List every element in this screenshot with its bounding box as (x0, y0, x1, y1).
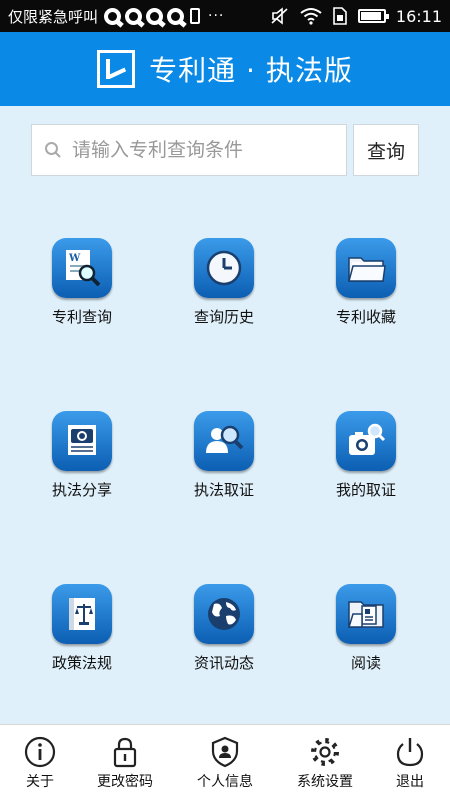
nav-label: 退出 (396, 774, 424, 790)
grid-label: 阅读 (350, 654, 381, 672)
grid-label: 资讯动态 (193, 654, 254, 672)
status-bar: 仅限紧急呼叫 ··· 16:11 (0, 0, 450, 32)
grid-label: 执法取证 (193, 481, 254, 499)
wifi-icon (300, 8, 322, 25)
grid-item-enforcement-evidence[interactable]: 执法取证 (164, 411, 284, 500)
app-header: 专利通 · 执法版 (0, 32, 450, 106)
sim-icon (333, 7, 347, 25)
nav-system-settings[interactable]: 系统设置 (285, 735, 365, 791)
nav-personal-info[interactable]: 个人信息 (185, 735, 265, 791)
grid-item-search-history[interactable]: 查询历史 (164, 238, 284, 327)
tile (194, 411, 254, 471)
grid-label: 我的取证 (335, 481, 396, 499)
tile (52, 584, 112, 644)
tile (194, 238, 254, 298)
svg-text:W: W (68, 253, 81, 264)
qq-notification-icon (104, 7, 122, 25)
info-icon (24, 736, 56, 768)
grid-label: 政策法规 (51, 654, 112, 672)
power-icon (396, 738, 424, 767)
battery-icon (357, 9, 389, 23)
grid-label: 专利收藏 (335, 308, 396, 326)
tile (194, 584, 254, 644)
lock-icon (113, 737, 137, 768)
grid-item-patent-search[interactable]: W 专利查询 (22, 238, 142, 327)
qq-notification-icon (167, 7, 185, 25)
nav-change-password[interactable]: 更改密码 (85, 735, 165, 791)
reading-folder-icon (347, 601, 384, 628)
app-logo (97, 50, 136, 88)
tile: W (52, 238, 112, 298)
folder-icon (348, 257, 386, 282)
tile (336, 584, 396, 644)
grid-label: 专利查询 (51, 308, 112, 326)
nav-label: 关于 (26, 774, 54, 790)
search-input[interactable] (72, 139, 322, 161)
mute-icon (271, 7, 288, 25)
clock-time: 16:11 (395, 6, 442, 26)
grid-item-reading[interactable]: 阅读 (306, 584, 426, 673)
grid-item-policies-regulations[interactable]: 政策法规 (22, 584, 142, 673)
notification-icons (104, 7, 201, 25)
tile (52, 411, 112, 471)
search-button[interactable]: 查询 (353, 124, 419, 176)
battery-saver-icon (190, 8, 201, 24)
grid-item-news[interactable]: 资讯动态 (164, 584, 284, 673)
user-shield-icon (211, 736, 239, 768)
document-search-icon: W (66, 250, 101, 287)
qq-notification-icon (146, 7, 164, 25)
nav-logout[interactable]: 退出 (370, 735, 450, 791)
bottom-nav: 关于 更改密码 个人信息 系统设置 退出 (0, 724, 450, 800)
nav-label: 更改密码 (97, 774, 153, 790)
grid-item-my-evidence[interactable]: 我的取证 (306, 411, 426, 500)
tile (336, 411, 396, 471)
tile (336, 238, 396, 298)
grid-label: 查询历史 (193, 308, 254, 326)
grid-item-enforcement-share[interactable]: 执法分享 (22, 411, 142, 500)
nav-label: 个人信息 (197, 774, 253, 790)
law-book-icon (69, 598, 95, 630)
qq-notification-icon (125, 7, 143, 25)
search-box[interactable] (31, 124, 347, 176)
grid-label: 执法分享 (51, 481, 112, 499)
nav-about[interactable]: 关于 (0, 735, 80, 791)
camera-share-icon (68, 425, 96, 455)
globe-icon (208, 598, 240, 630)
nav-label: 系统设置 (297, 774, 353, 790)
more-notifications-icon: ··· (208, 8, 225, 24)
camera-search-icon (349, 423, 386, 455)
grid-item-patent-favorites[interactable]: 专利收藏 (306, 238, 426, 327)
search-icon (45, 142, 61, 158)
gear-icon (311, 738, 339, 766)
app-title: 专利通 · 执法版 (149, 54, 353, 87)
person-search-icon (206, 425, 244, 453)
clock-icon (206, 250, 242, 286)
carrier-text: 仅限紧急呼叫 (8, 7, 99, 26)
